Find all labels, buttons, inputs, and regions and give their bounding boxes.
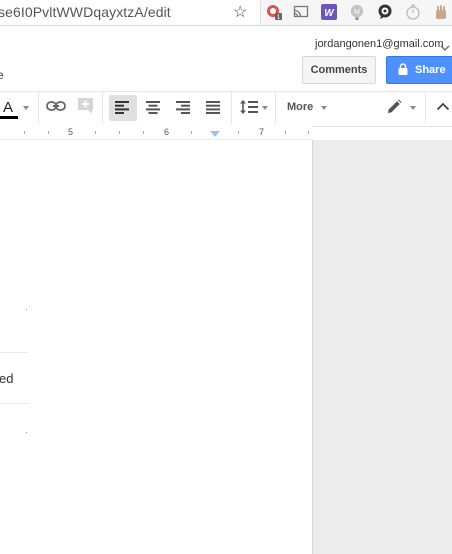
ruler-tick: [119, 131, 120, 134]
toolbar-divider: [425, 92, 426, 124]
lock-icon: [398, 63, 408, 75]
align-left-icon[interactable]: [115, 101, 129, 114]
document-gutter: [313, 140, 452, 554]
extension-purple-w-icon[interactable]: W: [321, 4, 337, 20]
ruler-tick: [191, 131, 192, 134]
ruler-number: 7: [259, 127, 265, 137]
address-bar[interactable]: se6I0PvltWWDqayxtzA/edit: [0, 0, 262, 25]
url-text[interactable]: se6I0PvltWWDqayxtzA/edit: [0, 4, 171, 20]
ruler[interactable]: [0, 126, 312, 139]
table-cell-marker: [26, 432, 27, 433]
extension-m-circle-icon[interactable]: M: [349, 4, 365, 20]
ruler-tick: [95, 131, 96, 134]
document-text[interactable]: ed: [0, 371, 13, 386]
ruler-tick: [143, 131, 144, 134]
line-spacing-icon[interactable]: [239, 99, 259, 115]
timer-icon[interactable]: [405, 4, 421, 20]
insert-comment-icon[interactable]: [77, 97, 95, 115]
formatting-toolbar: [0, 91, 452, 127]
star-icon[interactable]: ☆: [233, 2, 247, 22]
link-icon[interactable]: [46, 100, 66, 112]
browser-toolbar-border: [0, 25, 452, 26]
align-center-icon[interactable]: [146, 101, 160, 114]
ruler-tick: [308, 131, 309, 134]
share-button[interactable]: Share: [386, 56, 452, 84]
menu-item-stub[interactable]: e: [0, 68, 4, 82]
pencil-icon[interactable]: [386, 99, 402, 115]
toolbar-divider: [38, 92, 39, 124]
table-border: [0, 403, 28, 404]
text-color-swatch: [0, 116, 18, 119]
chevron-up-icon[interactable]: [436, 102, 450, 111]
ruler-tick: [24, 131, 25, 134]
right-indent-marker[interactable]: [210, 131, 220, 137]
more-button[interactable]: More: [287, 101, 313, 113]
table-cell-marker: [26, 309, 27, 310]
document-page[interactable]: [0, 140, 312, 554]
ruler-number: 6: [164, 127, 170, 137]
toolbar-divider: [102, 92, 103, 124]
editing-mode-dropdown-icon[interactable]: [410, 106, 416, 110]
more-dropdown-icon[interactable]: [321, 106, 327, 110]
text-color-icon[interactable]: A: [3, 99, 13, 116]
ruler-tick: [48, 131, 49, 134]
toolbar-divider: [231, 92, 232, 124]
chat-bubble-icon[interactable]: [377, 4, 393, 20]
account-email[interactable]: jordangonen1@gmail.com: [315, 38, 444, 50]
toolbar-divider: [275, 92, 276, 124]
extension-red-badge-icon[interactable]: 1: [266, 4, 282, 20]
chevron-down-icon[interactable]: [440, 38, 452, 54]
extension-letter: M: [354, 8, 360, 16]
table-border: [0, 352, 28, 353]
comments-button[interactable]: Comments: [302, 56, 376, 84]
line-spacing-dropdown-icon[interactable]: [262, 106, 268, 110]
ruler-tick: [238, 131, 239, 134]
extension-hand-icon[interactable]: [433, 4, 449, 20]
ruler-number: 5: [68, 127, 74, 137]
ruler-tick: [285, 131, 286, 134]
extension-letter: W: [324, 8, 335, 19]
align-right-icon[interactable]: [176, 101, 190, 114]
cast-icon[interactable]: [293, 4, 309, 20]
text-color-dropdown-icon[interactable]: [23, 106, 29, 110]
align-justify-icon[interactable]: [206, 101, 220, 114]
